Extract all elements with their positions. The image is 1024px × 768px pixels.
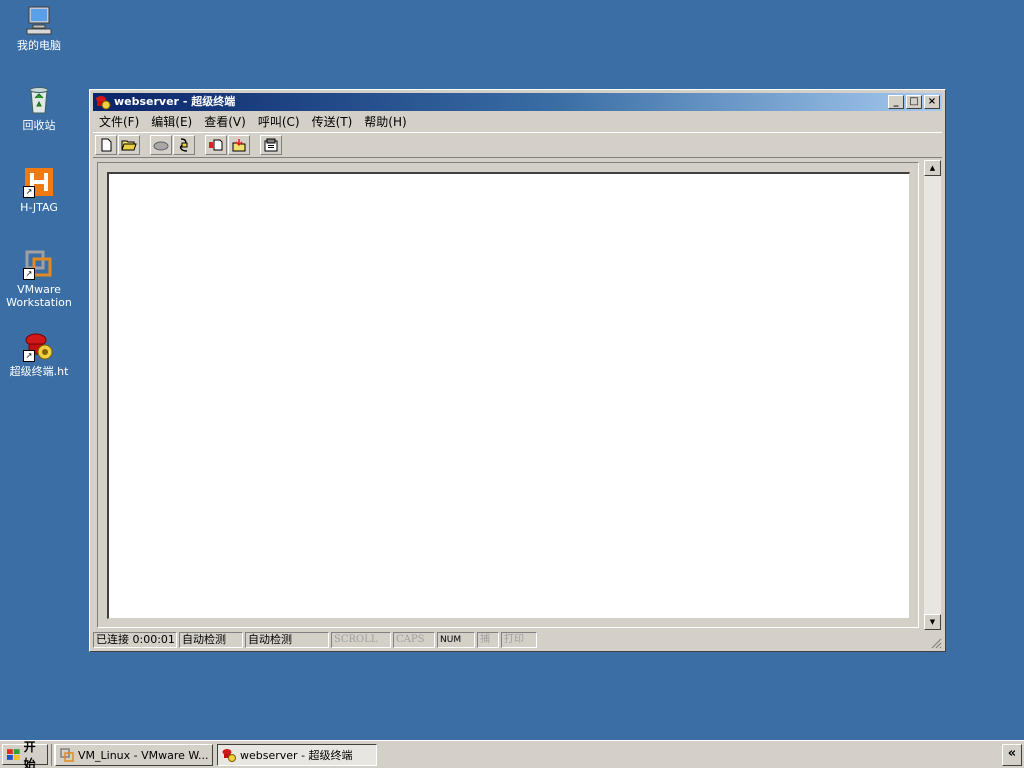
shortcut-arrow-icon: ↗ [23,268,35,280]
terminal-frame [97,162,919,628]
new-icon [101,138,112,152]
desktop-icon-label: H-JTAG [20,201,58,214]
windows-logo-icon [6,748,20,760]
status-detect-1: 自动检测 [179,632,243,648]
menu-view[interactable]: 查看(V) [198,113,252,130]
task-button-vmware[interactable]: VM_Linux - VMware W... [55,744,213,766]
menu-help[interactable]: 帮助(H) [358,113,412,130]
vertical-scrollbar[interactable]: ▲ ▼ [924,160,941,630]
send-icon [209,139,223,151]
call-icon [153,141,169,151]
open-icon [121,140,137,151]
taskbar: 开始 VM_Linux - VMware W... webserver - 超级… [0,740,1024,768]
vmware-icon: ↗ [23,248,55,280]
task-label: webserver - 超级终端 [240,749,353,762]
desktop-icon-label: VMware Workstation [6,283,72,309]
scroll-down-button[interactable]: ▼ [924,614,941,630]
terminal-screen[interactable] [107,172,910,619]
menu-call[interactable]: 呼叫(C) [252,113,306,130]
menu-bar: 文件(F) 编辑(E) 查看(V) 呼叫(C) 传送(T) 帮助(H) [93,112,942,131]
tray-expand-button[interactable]: « [1002,744,1022,766]
minimize-button[interactable]: _ [888,95,904,109]
h-jtag-icon: ↗ [23,166,55,198]
status-print: 打印 [501,632,537,648]
menu-transfer[interactable]: 传送(T) [306,113,359,130]
menu-edit[interactable]: 编辑(E) [145,113,198,130]
open-button[interactable] [118,135,140,155]
task-button-hyperterminal[interactable]: webserver - 超级终端 [217,744,377,766]
new-button[interactable] [95,135,117,155]
title-bar[interactable]: webserver - 超级终端 _ □ × [93,93,942,111]
call-button[interactable] [150,135,172,155]
recycle-bin-icon [23,84,55,116]
desktop-icon-recycle-bin[interactable]: 回收站 [1,84,77,132]
resize-grip-icon[interactable] [930,637,942,649]
hyperterminal-icon [95,94,111,110]
desktop-icon-hyperterminal[interactable]: ↗ 超级终端.ht [1,330,77,378]
maximize-button[interactable]: □ [906,95,922,109]
status-num: NUM [437,632,475,648]
properties-icon [264,138,278,152]
status-caps: CAPS [393,632,435,648]
close-button[interactable]: × [924,95,940,109]
status-bar: 已连接 0:00:01 自动检测 自动检测 SCROLL CAPS NUM 捕 … [93,631,942,649]
hyperterminal-icon [222,749,236,762]
window-title: webserver - 超级终端 [114,95,236,108]
scroll-up-button[interactable]: ▲ [924,160,941,176]
receive-button[interactable] [228,135,250,155]
desktop-icon-my-computer[interactable]: 我的电脑 [1,4,77,52]
desktop-icon-label: 超级终端.ht [9,365,69,378]
vmware-icon [60,748,74,762]
toolbar [93,132,942,158]
hyperterminal-icon: ↗ [23,330,55,362]
receive-icon [232,139,246,152]
properties-button[interactable] [260,135,282,155]
desktop-icon-vmware[interactable]: ↗ VMware Workstation [1,248,77,309]
shortcut-arrow-icon: ↗ [23,350,35,362]
desktop-icon-label: 我的电脑 [17,39,61,52]
hyperterminal-window[interactable]: webserver - 超级终端 _ □ × 文件(F) 编辑(E) 查看(V)… [89,89,946,652]
disconnect-button[interactable] [173,135,195,155]
task-label: VM_Linux - VMware W... [78,748,209,762]
menu-file[interactable]: 文件(F) [93,113,145,130]
desktop-icon-h-jtag[interactable]: ↗ H-JTAG [1,166,77,214]
desktop-icon-label: 回收站 [22,119,56,132]
status-scroll: SCROLL [331,632,391,648]
disconnect-icon [179,138,188,152]
my-computer-icon [23,4,55,36]
start-button[interactable]: 开始 [2,740,48,768]
status-capture: 捕 [477,632,499,648]
shortcut-arrow-icon: ↗ [23,186,35,198]
start-label: 开始 [23,739,36,768]
send-button[interactable] [205,135,227,155]
status-connection: 已连接 0:00:01 [93,632,177,648]
status-detect-2: 自动检测 [245,632,329,648]
